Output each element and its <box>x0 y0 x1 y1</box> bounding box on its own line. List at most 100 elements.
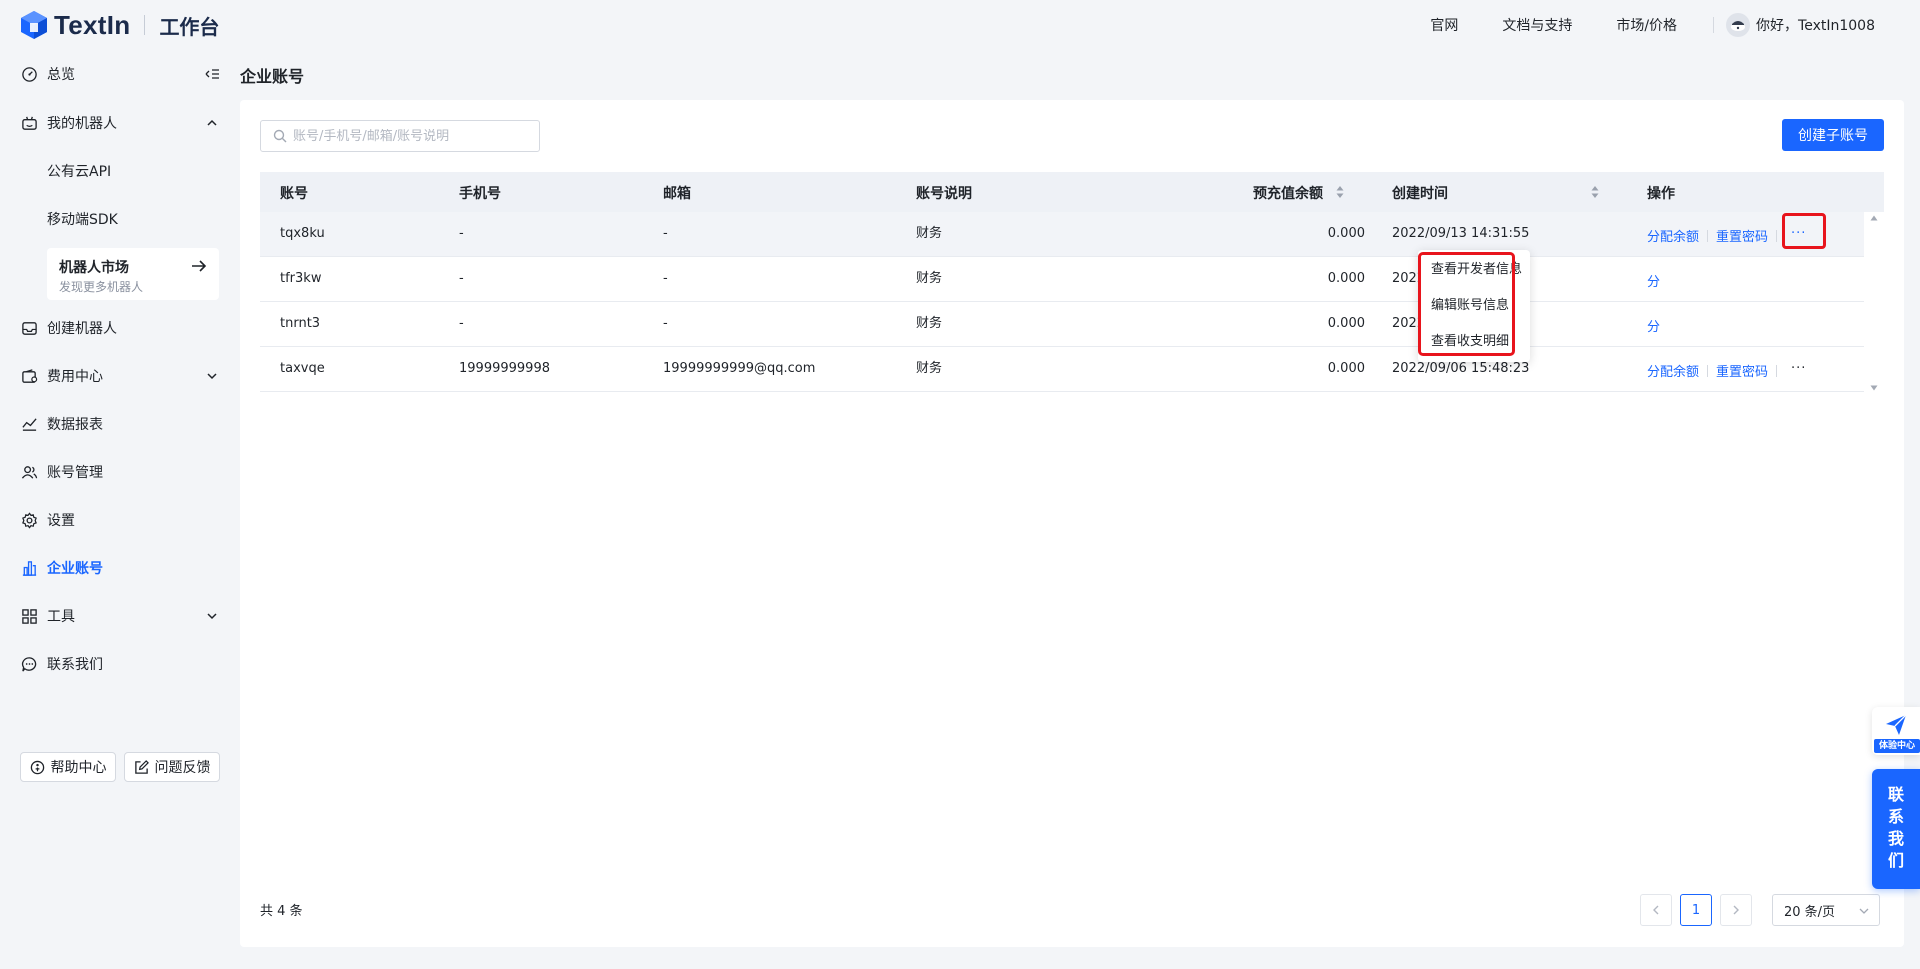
nav-divider <box>1713 17 1715 33</box>
table-header: 账号 手机号 邮箱 账号说明 预充值余额 创建时间 操作 <box>260 172 1884 212</box>
sort-icon[interactable] <box>1336 185 1344 199</box>
sidebar-item-label: 账号管理 <box>47 465 103 481</box>
workspace-title: 工作台 <box>159 14 220 39</box>
help-center-label: 帮助中心 <box>50 760 107 776</box>
feedback-button[interactable]: 问题反馈 <box>124 752 220 782</box>
nav-docs-support[interactable]: 文档与支持 <box>1502 15 1572 35</box>
cell-email: - <box>663 271 668 286</box>
action-divider <box>1707 365 1709 377</box>
page-size-select[interactable]: 20 条/页 <box>1772 894 1880 926</box>
dashboard-icon <box>20 65 38 83</box>
menu-item-edit-account-info[interactable]: 编辑账号信息 <box>1431 294 1509 313</box>
menu-item-view-transactions[interactable]: 查看收支明细 <box>1431 330 1509 349</box>
sidebar-item-my-robots[interactable]: 我的机器人 <box>20 103 220 143</box>
sidebar-item-label: 创建机器人 <box>47 321 117 337</box>
avatar <box>1726 13 1751 37</box>
chevron-right-icon <box>1733 905 1739 915</box>
table-row: tfr3kw - - 财务 0.000 2022/09/13 14:31:36 … <box>260 257 1864 302</box>
sidebar-item-label: 总览 <box>47 67 75 83</box>
sidebar-item-public-cloud-api[interactable]: 公有云API <box>47 151 217 191</box>
contact-us-label: 联 系 我 们 <box>1887 785 1904 870</box>
experience-center-label: 体验中心 <box>1874 739 1920 753</box>
chevron-up-icon <box>207 119 217 126</box>
arrow-right-icon <box>192 260 207 272</box>
top-nav: 官网 文档与支持 市场/价格 你好，TextIn1008 <box>1430 0 1920 50</box>
page-number-button[interactable]: 1 <box>1680 894 1712 926</box>
more-actions-dropdown: 查看开发者信息 编辑账号信息 查看收支明细 <box>1418 250 1530 362</box>
cell-actions: 分配余额 重置密码 <box>1647 226 1785 245</box>
next-page-button[interactable] <box>1720 894 1752 926</box>
menu-item-view-developer-info[interactable]: 查看开发者信息 <box>1431 258 1522 277</box>
sidebar-item-account-management[interactable]: 账号管理 <box>20 452 220 492</box>
total-count: 共 4 条 <box>260 904 303 919</box>
chevron-down-icon <box>207 613 217 620</box>
sidebar-item-create-robot[interactable]: 创建机器人 <box>20 308 220 348</box>
sidebar-item-billing[interactable]: 费用中心 <box>20 356 220 396</box>
page-size-value: 20 条/页 <box>1784 904 1836 920</box>
allocate-balance-link[interactable]: 分 <box>1647 316 1660 335</box>
cell-phone: - <box>459 226 464 241</box>
sort-icon[interactable] <box>1591 185 1599 199</box>
sidebar-item-tools[interactable]: 工具 <box>20 596 220 636</box>
nav-official-site[interactable]: 官网 <box>1430 15 1458 35</box>
column-header-balance[interactable]: 预充值余额 <box>1253 183 1323 203</box>
chevron-left-icon <box>1653 905 1659 915</box>
column-header-description: 账号说明 <box>916 186 972 202</box>
sidebar-item-label: 工具 <box>47 609 75 625</box>
cell-account: tqx8ku <box>280 226 325 241</box>
column-header-email: 邮箱 <box>663 186 691 202</box>
sidebar-item-mobile-sdk[interactable]: 移动端SDK <box>47 199 217 239</box>
table-scrollbar[interactable] <box>1864 213 1884 393</box>
cell-account: taxvqe <box>280 361 325 376</box>
bar-chart-icon <box>20 559 38 577</box>
more-actions-button[interactable]: ··· <box>1791 361 1806 376</box>
chevron-down-icon <box>207 373 217 380</box>
prev-page-button[interactable] <box>1640 894 1672 926</box>
cell-account: tnrnt3 <box>280 316 321 331</box>
help-circle-icon <box>30 760 44 774</box>
column-header-actions: 操作 <box>1647 186 1675 202</box>
collapse-sidebar-icon[interactable] <box>204 66 220 82</box>
table-row: tqx8ku - - 财务 0.000 2022/09/13 14:31:55 … <box>260 212 1864 257</box>
column-header-phone: 手机号 <box>459 186 501 202</box>
user-menu[interactable]: 你好，TextIn1008 <box>1726 13 1875 37</box>
reset-password-link[interactable]: 重置密码 <box>1716 230 1768 245</box>
help-center-button[interactable]: 帮助中心 <box>20 752 116 782</box>
sidebar-item-overview[interactable]: 总览 <box>20 54 220 94</box>
experience-center-widget[interactable]: 体验中心 <box>1872 707 1920 755</box>
action-divider <box>1776 230 1778 242</box>
sidebar-item-settings[interactable]: 设置 <box>20 500 220 540</box>
scroll-down-arrow-icon[interactable] <box>1870 385 1878 391</box>
reset-password-link[interactable]: 重置密码 <box>1716 365 1768 380</box>
robot-market-card[interactable]: 机器人市场 发现更多机器人 <box>47 248 219 300</box>
cell-phone: - <box>459 316 464 331</box>
users-icon <box>20 463 38 481</box>
sidebar: 总览 我的机器人 公有云API 移动端SDK 机器人市场 发现更多机器人 创建机… <box>0 50 240 969</box>
robot-market-title: 机器人市场 <box>59 260 129 276</box>
cell-description: 财务 <box>916 271 943 286</box>
contact-us-widget[interactable]: 联 系 我 们 <box>1872 769 1920 889</box>
create-sub-account-button[interactable]: 创建子账号 <box>1782 119 1884 151</box>
cell-balance: 0.000 <box>1327 271 1365 286</box>
sidebar-item-contact[interactable]: 联系我们 <box>20 644 220 684</box>
sidebar-item-label: 费用中心 <box>47 369 103 385</box>
allocate-balance-link[interactable]: 分配余额 <box>1647 365 1699 380</box>
column-header-created-time[interactable]: 创建时间 <box>1392 183 1448 203</box>
scroll-up-arrow-icon[interactable] <box>1870 215 1878 221</box>
logo-brand-text: TextIn <box>54 9 131 40</box>
cell-created-time: 2022/09/13 14:31:55 <box>1392 226 1530 241</box>
main-panel: 创建子账号 账号 手机号 邮箱 账号说明 预充值余额 创建时间 操作 tqx8k… <box>240 100 1904 947</box>
search-input[interactable] <box>293 128 533 144</box>
apps-grid-icon <box>20 607 38 625</box>
allocate-balance-link[interactable]: 分 <box>1647 271 1660 290</box>
allocate-balance-link[interactable]: 分配余额 <box>1647 230 1699 245</box>
robot-market-desc: 发现更多机器人 <box>59 280 144 294</box>
sidebar-item-reports[interactable]: 数据报表 <box>20 404 220 444</box>
sidebar-item-label: 移动端SDK <box>47 212 118 228</box>
logo[interactable]: TextIn 工作台 <box>20 10 219 41</box>
cell-created-time: 2022/09/06 15:48:23 <box>1392 361 1530 376</box>
nav-market-pricing[interactable]: 市场/价格 <box>1616 15 1677 35</box>
sidebar-item-enterprise-account[interactable]: 企业账号 <box>20 548 220 588</box>
table-row: taxvqe 19999999998 19999999999@qq.com 财务… <box>260 347 1864 392</box>
sidebar-item-label: 企业账号 <box>47 561 103 577</box>
